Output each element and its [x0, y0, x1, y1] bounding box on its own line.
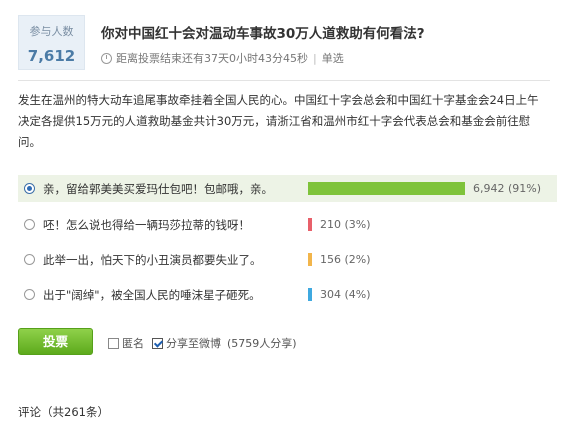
header-divider	[18, 80, 550, 81]
poll-meta: 距离投票结束还有37天0小时43分45秒 | 单选	[101, 50, 344, 66]
option-label: 亲，留给郭美美买爱玛仕包吧！包邮哦，亲。	[43, 181, 273, 196]
share-weibo-checkbox[interactable]	[152, 337, 163, 349]
option-votes: 156 (2%)	[320, 253, 371, 266]
option-radio[interactable]	[24, 219, 35, 230]
option-label: 此举一出，怕天下的小丑演员都要失业了。	[43, 252, 262, 267]
option-radio[interactable]	[24, 289, 35, 300]
option-result: 210 (3%)	[308, 218, 371, 231]
anonymous-checkbox[interactable]	[108, 337, 119, 349]
vote-options: 匿名 分享至微博 (5759人分享)	[108, 335, 297, 351]
comments-heading: 评论（共261条）	[18, 405, 109, 419]
clock-icon	[101, 52, 112, 64]
poll-mode: 单选	[321, 52, 344, 65]
share-count: (5759人分享)	[227, 337, 297, 350]
poll-countdown: 距离投票结束还有37天0小时43分45秒	[116, 52, 308, 65]
option-votes: 210 (3%)	[320, 218, 371, 231]
option-bar	[308, 182, 465, 195]
option-bar	[308, 218, 312, 231]
meta-separator: |	[313, 51, 317, 65]
option-result: 6,942 (91%)	[308, 182, 541, 195]
option-bar	[308, 253, 312, 266]
option-radio[interactable]	[24, 254, 35, 265]
anonymous-label[interactable]: 匿名	[122, 335, 144, 351]
poll-description: 发生在温州的特大动车追尾事故牵挂着全国人民的心。中国红十字会总会和中国红十字基金…	[18, 93, 539, 149]
option-label: 出于"阔绰"，被全国人民的唾沫星子砸死。	[43, 287, 261, 302]
option-result: 304 (4%)	[308, 288, 371, 301]
option-votes: 304 (4%)	[320, 288, 371, 301]
option-votes: 6,942 (91%)	[473, 182, 542, 195]
poll-option[interactable]: 出于"阔绰"，被全国人民的唾沫星子砸死。 304 (4%)	[18, 281, 557, 308]
participant-count-label: 参与人数	[29, 25, 74, 38]
option-result: 156 (2%)	[308, 253, 371, 266]
share-weibo-label[interactable]: 分享至微博	[166, 335, 221, 351]
poll-option[interactable]: 呸！怎么说也得给一辆玛莎拉蒂的钱呀！ 210 (3%)	[18, 211, 557, 238]
option-radio[interactable]	[24, 183, 35, 194]
participant-count-box: 参与人数 7,612	[18, 15, 85, 70]
participant-count-value: 7,612	[27, 47, 76, 65]
vote-button[interactable]: 投票	[18, 328, 93, 355]
poll-option[interactable]: 此举一出，怕天下的小丑演员都要失业了。 156 (2%)	[18, 246, 557, 273]
poll-title: 你对中国红十会对温动车事故30万人道救助有何看法?	[101, 26, 425, 42]
option-label: 呸！怎么说也得给一辆玛莎拉蒂的钱呀！	[43, 217, 250, 232]
poll-option[interactable]: 亲，留给郭美美买爱玛仕包吧！包邮哦，亲。 6,942 (91%)	[18, 175, 557, 202]
option-bar	[308, 288, 312, 301]
